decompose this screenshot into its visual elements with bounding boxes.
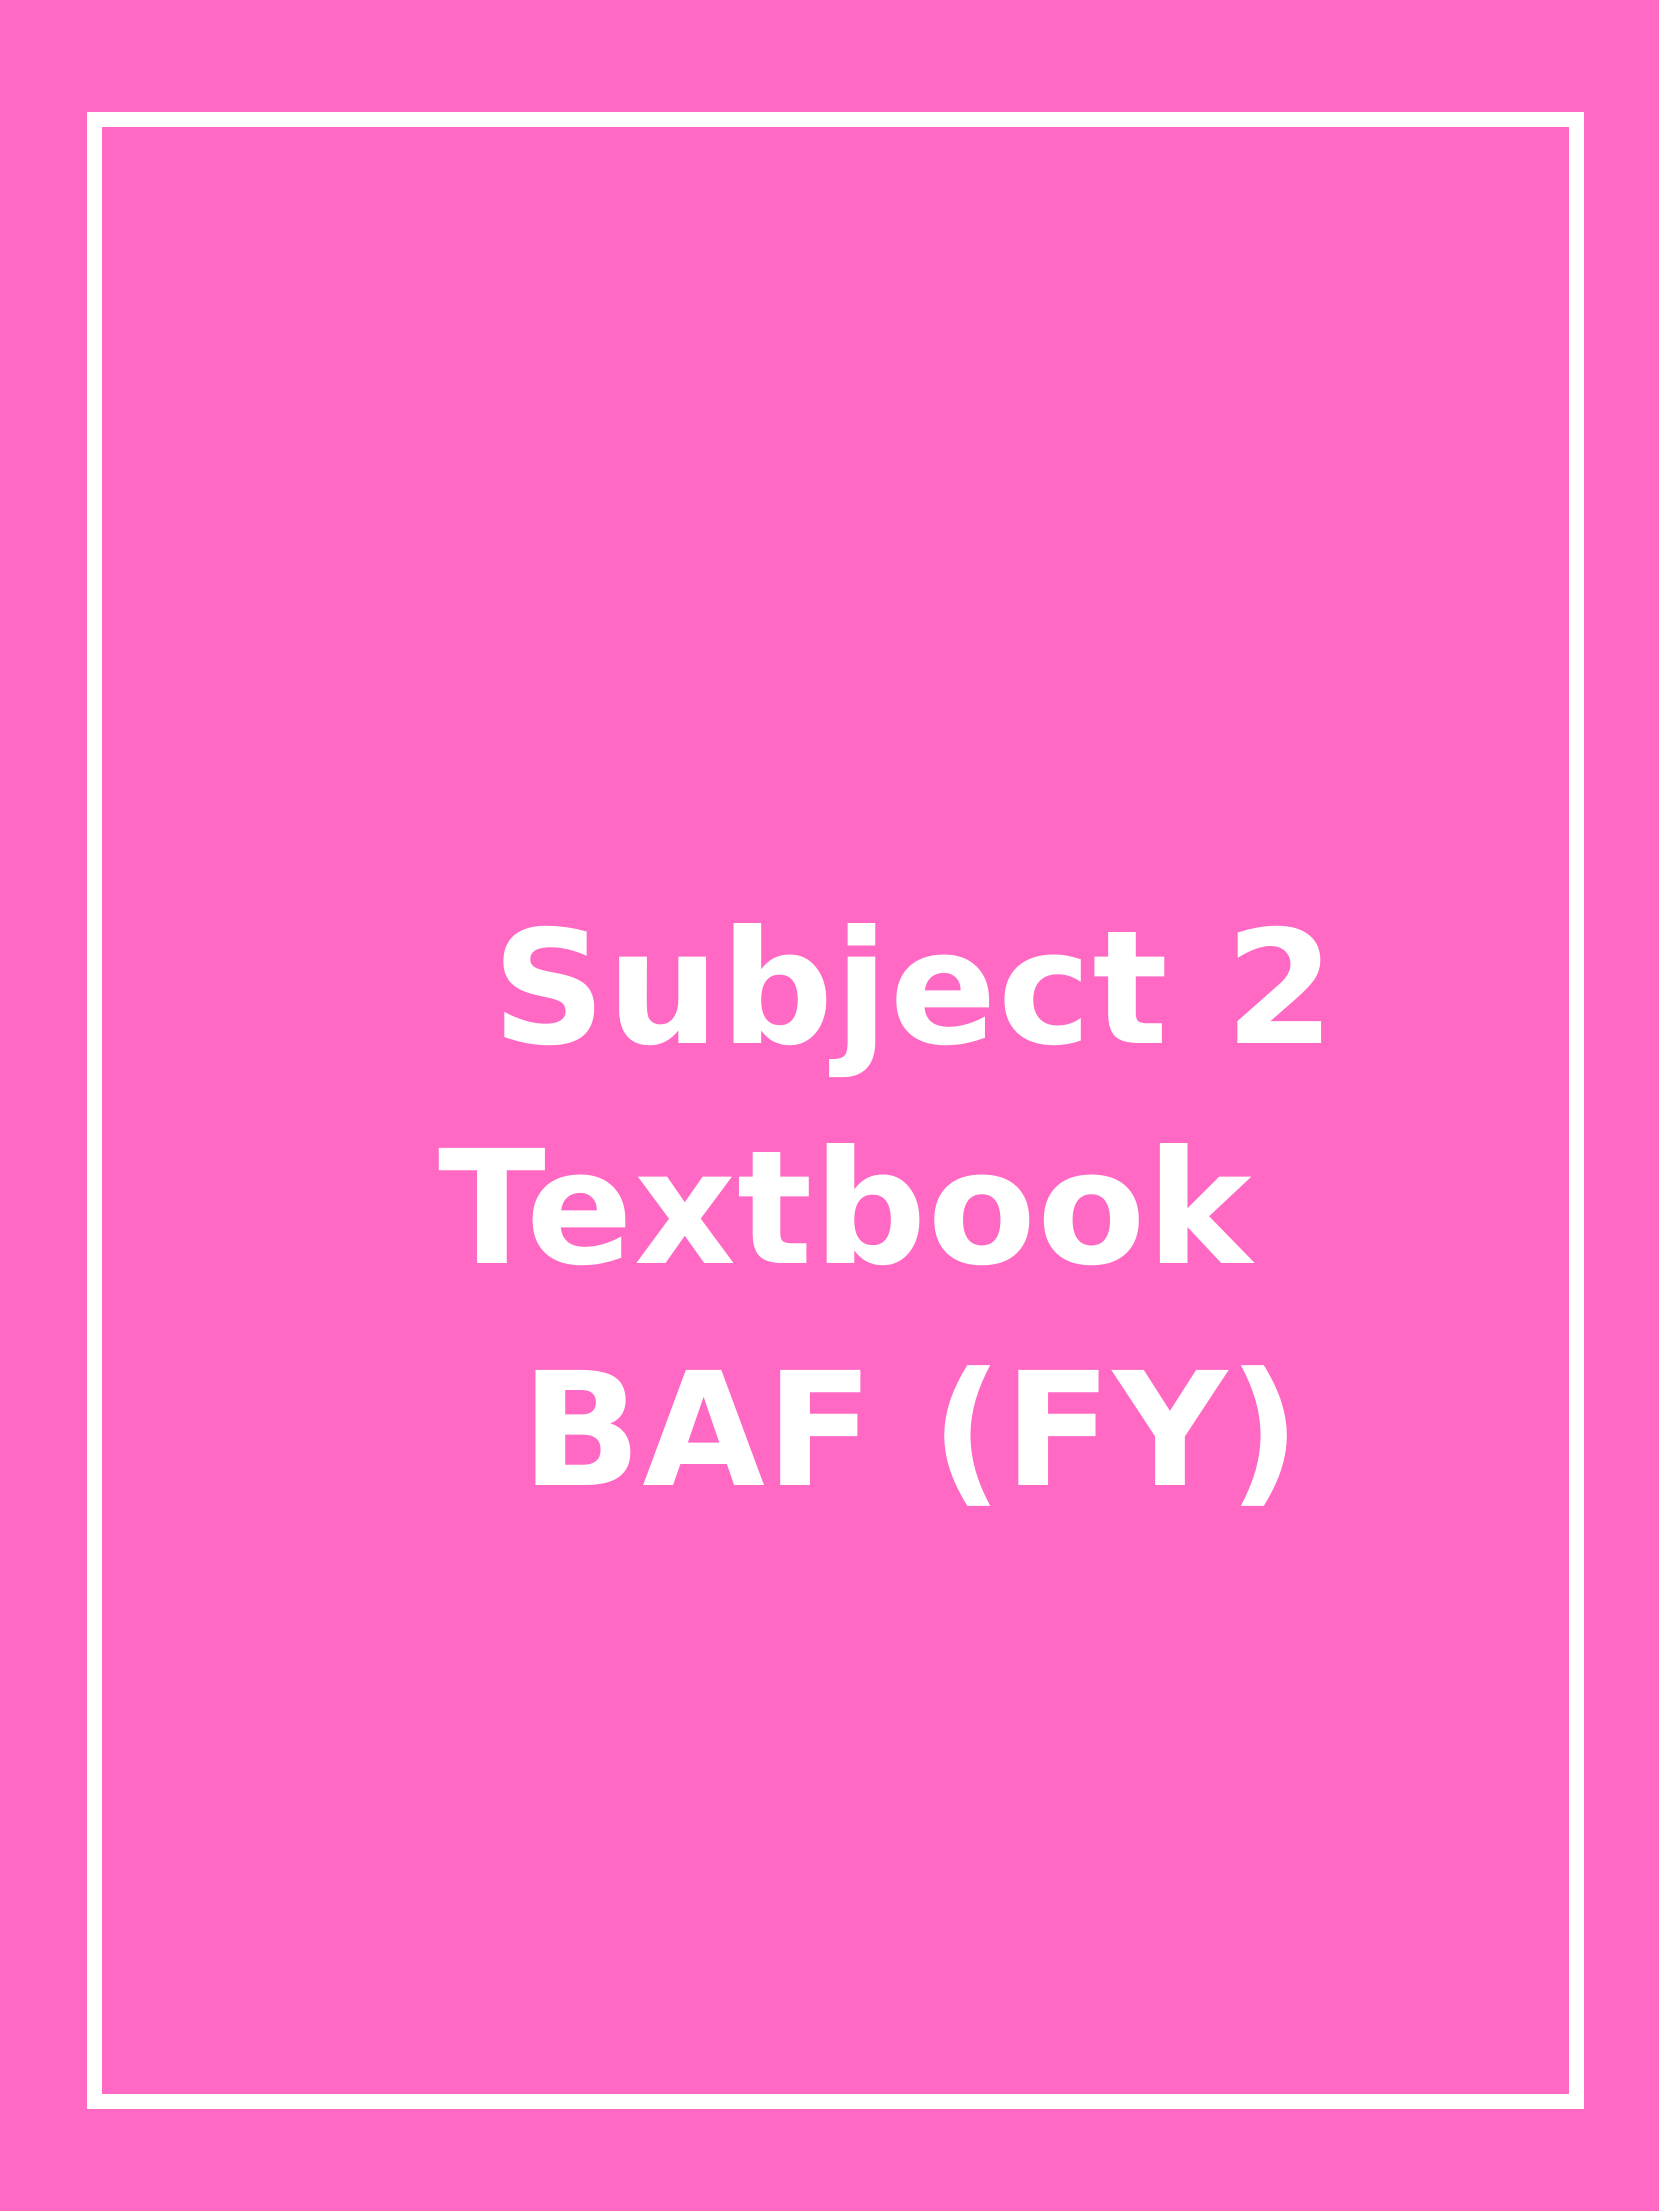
cover-title: Subject 2 Textbook BAF (FY) <box>0 0 1659 2211</box>
course-label: BAF (FY) <box>521 1339 1302 1523</box>
textbook-cover: Subject 2 Textbook BAF (FY) <box>0 0 1659 2211</box>
subject-title: Subject 2 <box>492 897 1336 1081</box>
textbook-label: Textbook <box>438 1117 1253 1301</box>
